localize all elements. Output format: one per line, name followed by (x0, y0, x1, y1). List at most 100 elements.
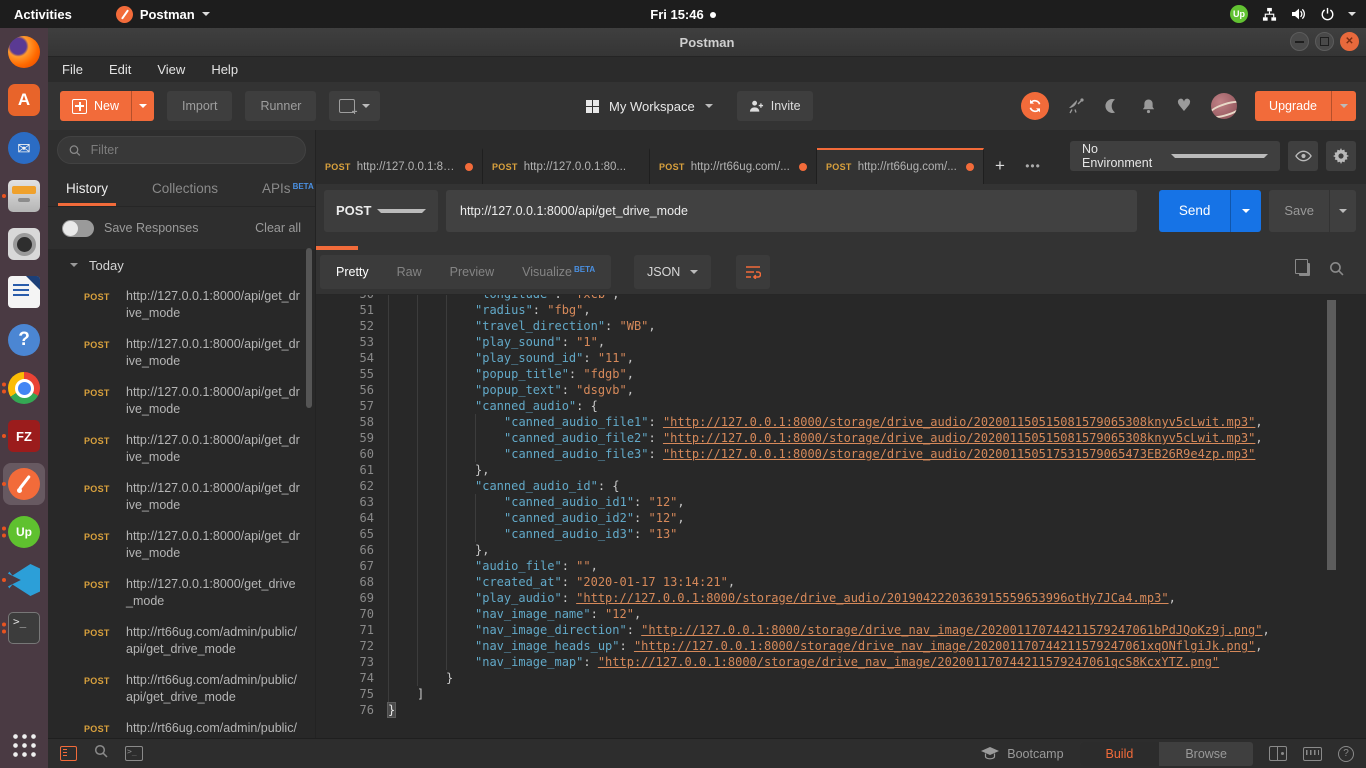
clock[interactable]: Fri 15:46 (0, 7, 1366, 22)
history-item[interactable]: POSThttp://127.0.0.1:8000/api/get_drive_… (48, 281, 315, 329)
link-value[interactable]: "http://127.0.0.1:8000/storage/drive_nav… (641, 623, 1262, 637)
sidebar-tab-collections[interactable]: Collections (152, 170, 218, 206)
sync-icon[interactable] (1021, 92, 1049, 120)
dock-item-help[interactable] (0, 316, 48, 364)
method-selector[interactable]: POST (324, 190, 438, 232)
dock-item-upwork[interactable] (0, 508, 48, 556)
send-dropdown[interactable] (1230, 190, 1261, 232)
menu-file[interactable]: File (62, 62, 83, 77)
response-search-icon[interactable] (1329, 261, 1344, 281)
sidebar-scrollbar[interactable] (306, 248, 312, 408)
upgrade-button[interactable]: Upgrade (1255, 91, 1356, 121)
menu-edit[interactable]: Edit (109, 62, 131, 77)
history-item[interactable]: POSThttp://rt66ug.com/admin/public/api/g… (48, 665, 315, 713)
line-number: 76 (328, 702, 374, 718)
wrap-text-button[interactable] (736, 255, 770, 289)
response-view-tab-preview[interactable]: Preview (436, 255, 508, 289)
link-value[interactable]: "http://127.0.0.1:8000/storage/drive_aud… (663, 447, 1255, 461)
dock-item-chrome[interactable] (0, 364, 48, 412)
request-tab[interactable]: POSThttp://rt66ug.com/... (817, 148, 984, 184)
response-view-tab-raw[interactable]: Raw (383, 255, 436, 289)
dock-item-libreoffice-writer[interactable] (0, 268, 48, 316)
send-button[interactable]: Send (1159, 190, 1262, 232)
runner-button[interactable]: Runner (245, 91, 316, 121)
show-applications-icon[interactable] (11, 732, 37, 758)
heart-icon[interactable]: ♥ (1175, 97, 1193, 115)
clear-all-button[interactable]: Clear all (255, 221, 301, 235)
settings-button[interactable] (1326, 141, 1356, 171)
save-dropdown[interactable] (1329, 190, 1356, 232)
response-body[interactable]: 50"longitude": "fxcb",51"radius": "fbg",… (316, 295, 1366, 738)
new-dropdown[interactable] (131, 91, 154, 121)
dock-item-rhythmbox[interactable] (0, 220, 48, 268)
history-item[interactable]: POSThttp://127.0.0.1:8000/api/get_drive_… (48, 425, 315, 473)
history-item[interactable]: POSThttp://127.0.0.1:8000/api/get_drive_… (48, 329, 315, 377)
help-icon[interactable]: ? (1338, 746, 1354, 762)
api-network-icon[interactable] (1067, 97, 1085, 115)
upgrade-dropdown[interactable] (1331, 91, 1356, 121)
dock-item-filezilla[interactable] (0, 412, 48, 460)
find-icon[interactable] (94, 744, 108, 763)
tab-options-button[interactable]: ••• (1016, 148, 1050, 184)
history-item[interactable]: POSThttp://127.0.0.1:8000/api/get_drive_… (48, 377, 315, 425)
two-pane-view-icon[interactable] (1269, 746, 1287, 761)
filter-input[interactable] (89, 142, 294, 158)
response-scrollbar[interactable] (1327, 300, 1336, 570)
response-view-tab-visualize[interactable]: VisualizeBETA (508, 255, 609, 289)
link-value[interactable]: "http://127.0.0.1:8000/storage/drive_nav… (598, 655, 1219, 669)
history-item[interactable]: POSThttp://127.0.0.1:8000/get_drive_mode (48, 569, 315, 617)
request-tab[interactable]: POSThttp://rt66ug.com/... (650, 148, 817, 184)
minimize-button[interactable] (1290, 32, 1309, 51)
invite-button[interactable]: Invite (737, 91, 813, 121)
response-format-selector[interactable]: JSON (634, 255, 711, 289)
environment-quick-look-button[interactable] (1288, 141, 1318, 171)
open-new-button[interactable] (329, 91, 380, 121)
dock-item-thunderbird[interactable] (0, 124, 48, 172)
import-button[interactable]: Import (167, 91, 232, 121)
bootcamp-button[interactable]: Bootcamp (981, 747, 1063, 761)
dock-item-file-manager[interactable] (0, 172, 48, 220)
upwork-tray-icon[interactable]: Up (1230, 5, 1248, 23)
console-icon[interactable] (125, 746, 143, 761)
maximize-button[interactable] (1315, 32, 1334, 51)
request-tab[interactable]: POSThttp://127.0.0.1:80... (483, 148, 650, 184)
build-tab[interactable]: Build (1080, 742, 1160, 766)
toggle-sidebar-icon[interactable] (60, 746, 77, 761)
moon-icon[interactable] (1103, 97, 1121, 115)
system-tray[interactable]: Up (1230, 0, 1356, 28)
history-item[interactable]: POSThttp://127.0.0.1:8000/api/get_drive_… (48, 473, 315, 521)
copy-icon[interactable] (1299, 263, 1310, 276)
dock-item-vscode[interactable] (0, 556, 48, 604)
link-value[interactable]: "http://127.0.0.1:8000/storage/drive_aud… (663, 415, 1255, 429)
avatar[interactable] (1211, 93, 1237, 119)
keyboard-shortcuts-icon[interactable] (1303, 747, 1322, 761)
browse-tab[interactable]: Browse (1159, 742, 1253, 766)
link-value[interactable]: "http://127.0.0.1:8000/storage/drive_nav… (634, 639, 1255, 653)
environment-selector[interactable]: No Environment (1070, 141, 1280, 171)
save-button[interactable]: Save (1269, 190, 1356, 232)
new-button[interactable]: New (60, 91, 154, 121)
bell-icon[interactable] (1139, 97, 1157, 115)
sidebar-tab-history[interactable]: History (66, 170, 108, 206)
dock-item-firefox[interactable] (0, 28, 48, 76)
sidebar-tab-apis[interactable]: APIsBETA (262, 170, 314, 206)
filter-search[interactable] (57, 136, 306, 164)
request-tab[interactable]: POSThttp://127.0.0.1:80... (316, 148, 483, 184)
dock-item-postman[interactable] (0, 460, 48, 508)
response-view-tab-pretty[interactable]: Pretty (322, 255, 383, 289)
menu-help[interactable]: Help (211, 62, 238, 77)
save-responses-toggle[interactable] (62, 220, 94, 237)
workspace-selector[interactable]: My Workspace Invite (586, 91, 813, 121)
new-tab-button[interactable]: + (984, 148, 1016, 184)
history-item[interactable]: POSThttp://127.0.0.1:8000/api/get_drive_… (48, 521, 315, 569)
history-group-today[interactable]: Today (48, 249, 315, 281)
link-value[interactable]: "http://127.0.0.1:8000/storage/drive_aud… (663, 431, 1255, 445)
history-item[interactable]: POSThttp://rt66ug.com/admin/public/api/g… (48, 713, 315, 738)
dock-item-ubuntu-software[interactable] (0, 76, 48, 124)
link-value[interactable]: "http://127.0.0.1:8000/storage/drive_aud… (576, 591, 1168, 605)
url-input[interactable] (446, 190, 1137, 232)
dock-item-terminal[interactable] (0, 604, 48, 652)
close-button[interactable]: ✕ (1340, 32, 1359, 51)
menu-view[interactable]: View (157, 62, 185, 77)
history-item[interactable]: POSThttp://rt66ug.com/admin/public/api/g… (48, 617, 315, 665)
